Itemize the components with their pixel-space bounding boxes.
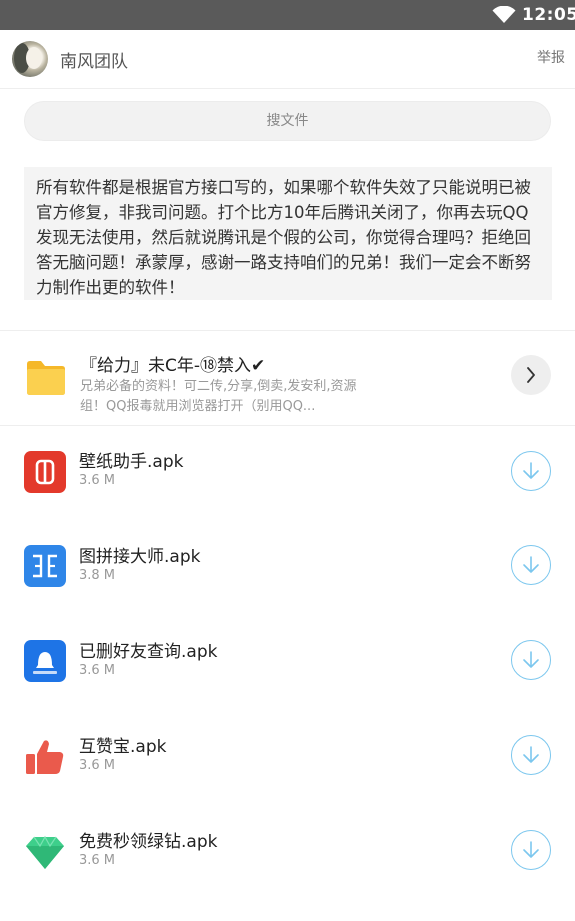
file-item[interactable]: 壁纸助手.apk 3.6 M [0, 425, 575, 520]
folder-item[interactable]: 『给力』未C年-⑱禁入✔ 兄弟必备的资料！可二传,分享,倒卖,发安利,资源组！Q… [0, 331, 575, 425]
search-input[interactable]: 搜文件 [24, 101, 551, 141]
thumbs-up-icon [26, 740, 64, 774]
file-size: 3.8 M [79, 568, 116, 583]
file-name: 免费秒领绿钻.apk [79, 832, 218, 852]
file-item[interactable]: 互赞宝.apk 3.6 M [0, 710, 575, 805]
download-button[interactable] [511, 830, 551, 870]
avatar[interactable] [12, 41, 48, 77]
file-name: 壁纸助手.apk [79, 452, 184, 472]
download-button[interactable] [511, 451, 551, 491]
chevron-right-icon [527, 367, 535, 383]
status-time: 12:05 [522, 5, 575, 25]
file-item[interactable]: 图拼接大师.apk 3.8 M [0, 520, 575, 615]
file-name: 已删好友查询.apk [79, 642, 218, 662]
header: 南风团队 举报 [0, 30, 575, 89]
file-name: 互赞宝.apk [79, 737, 167, 757]
notice-text: 所有软件都是根据官方接口写的，如果哪个软件失效了只能说明已被官方修复，非我司问题… [24, 167, 552, 300]
download-arrow-icon [523, 556, 539, 573]
open-folder-button[interactable] [511, 355, 551, 395]
file-name: 图拼接大师.apk [79, 547, 201, 567]
download-button[interactable] [511, 545, 551, 585]
folder-icon [27, 361, 65, 395]
file-size: 3.6 M [79, 853, 116, 868]
folder-title: 『给力』未C年-⑱禁入✔ [80, 356, 266, 376]
file-size: 3.6 M [79, 473, 116, 488]
download-arrow-icon [523, 651, 539, 668]
report-button[interactable]: 举报 [537, 47, 565, 67]
download-button[interactable] [511, 735, 551, 775]
folder-description: 兄弟必备的资料！可二传,分享,倒卖,发安利,资源组！QQ报毒就用浏览器打开（别用… [80, 379, 357, 414]
wallpaper-app-icon [24, 451, 66, 493]
green-diamond-icon [26, 835, 64, 869]
team-name[interactable]: 南风团队 [60, 47, 128, 72]
stitch-app-icon [24, 545, 66, 587]
file-item[interactable]: 免费秒领绿钻.apk 3.6 M [0, 805, 575, 900]
friend-query-app-icon [24, 640, 66, 682]
file-size: 3.6 M [79, 663, 116, 678]
wifi-icon [492, 6, 516, 23]
file-size: 3.6 M [79, 758, 116, 773]
file-item[interactable]: 已删好友查询.apk 3.6 M [0, 615, 575, 710]
download-arrow-icon [523, 841, 539, 858]
status-bar: 12:05 [0, 0, 575, 30]
download-arrow-icon [523, 746, 539, 763]
download-arrow-icon [523, 462, 539, 479]
download-button[interactable] [511, 640, 551, 680]
